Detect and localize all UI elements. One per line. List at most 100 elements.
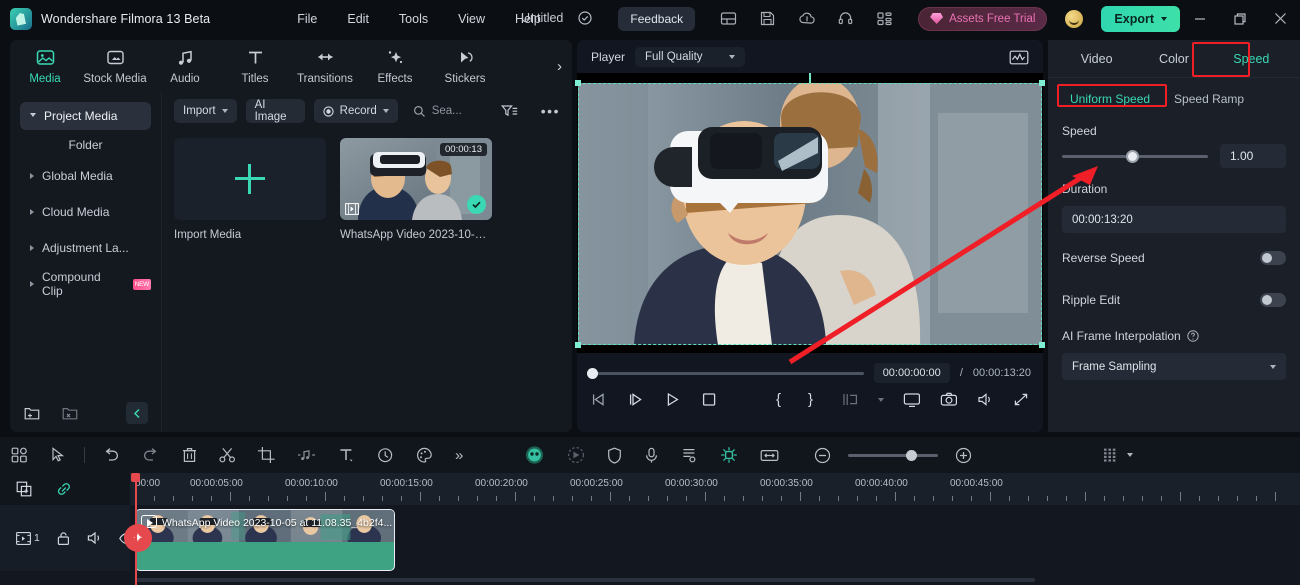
new-folder-icon[interactable] — [24, 406, 40, 421]
record-button[interactable]: Record — [313, 99, 398, 123]
feedback-button[interactable]: Feedback — [618, 6, 696, 31]
tab-color[interactable]: Color — [1135, 46, 1212, 72]
media-card-video[interactable]: 00:00:13 WhatsApp Video 2023-10-05... — [340, 138, 492, 241]
fullscreen-icon[interactable] — [1013, 392, 1029, 407]
assets-free-trial-button[interactable]: Assets Free Trial — [918, 6, 1048, 31]
maximize-button[interactable] — [1220, 0, 1260, 37]
fit-timeline-icon[interactable] — [760, 448, 779, 463]
more-tools-icon[interactable]: » — [455, 447, 463, 464]
snapshot-split-icon[interactable] — [842, 392, 859, 407]
screen-icon[interactable] — [903, 392, 921, 408]
lock-icon[interactable] — [56, 531, 71, 546]
stop-icon[interactable] — [701, 392, 717, 407]
more-options-icon[interactable]: ••• — [541, 103, 560, 119]
select-tool-icon[interactable] — [50, 447, 67, 463]
folder-project-media[interactable]: Project Media — [20, 102, 151, 130]
voiceover-icon[interactable] — [644, 447, 659, 464]
apps-grid-icon[interactable] — [876, 10, 893, 27]
text-icon[interactable] — [338, 447, 355, 463]
prev-frame-icon[interactable] — [591, 392, 608, 407]
minimize-button[interactable] — [1180, 0, 1220, 37]
menu-tools[interactable]: Tools — [384, 8, 443, 30]
horizontal-scrollbar[interactable] — [135, 578, 1035, 582]
cloud-upload-icon[interactable] — [798, 10, 815, 27]
tab-audio[interactable]: Audio — [150, 47, 220, 85]
resize-handle-bl[interactable] — [575, 342, 581, 348]
ai-mask-icon[interactable] — [524, 445, 545, 465]
timeline-clip[interactable]: WhatsApp Video 2023-10-05 at 11.08.35_4b… — [135, 509, 395, 571]
add-track-icon[interactable] — [16, 481, 33, 497]
current-timecode[interactable]: 00:00:00:00 — [873, 363, 950, 383]
export-button[interactable]: Export — [1101, 5, 1180, 32]
audio-detach-icon[interactable] — [297, 447, 316, 463]
quality-select[interactable]: Full Quality — [635, 46, 745, 67]
folder-adjustment-layer[interactable]: Adjustment La... — [20, 234, 151, 262]
ai-image-button[interactable]: AI Image — [245, 99, 305, 123]
timeline-ruler[interactable]: 00:00 00:00:05:00 00:00:10:00 00:00:15:0… — [130, 473, 1300, 505]
speed-slider[interactable] — [1062, 149, 1208, 163]
delete-folder-icon[interactable] — [62, 406, 78, 421]
tab-media[interactable]: Media — [10, 47, 80, 85]
tab-stickers[interactable]: Stickers — [430, 47, 500, 85]
timeline-zoom-knob[interactable] — [906, 449, 918, 461]
help-icon[interactable] — [1187, 330, 1199, 342]
mark-out-icon[interactable]: } — [808, 391, 813, 408]
scope-icon[interactable] — [1009, 49, 1029, 65]
collapse-panel-button[interactable] — [126, 402, 148, 424]
chevron-down-icon[interactable] — [878, 397, 884, 402]
import-media-thumbnail[interactable] — [174, 138, 326, 220]
timeline-playhead[interactable] — [132, 473, 139, 585]
redo-icon[interactable] — [142, 447, 160, 463]
chevron-down-icon[interactable] — [1127, 453, 1134, 457]
tab-video[interactable]: Video — [1058, 46, 1135, 72]
selection-bounding-box[interactable] — [575, 80, 1045, 348]
zoom-in-icon[interactable] — [955, 447, 972, 464]
speed-value-input[interactable]: 1.00 — [1220, 144, 1286, 168]
playhead-knob[interactable] — [587, 367, 598, 379]
duration-input[interactable]: 00:00:13:20 — [1062, 206, 1286, 233]
speed-ramp-tab[interactable]: Speed Ramp — [1166, 88, 1252, 110]
stabilize-icon[interactable] — [607, 447, 622, 464]
save-icon[interactable] — [759, 10, 776, 27]
render-preview-icon[interactable] — [1103, 447, 1120, 464]
tab-speed[interactable]: Speed — [1213, 46, 1290, 72]
seek-bar[interactable] — [587, 367, 864, 379]
volume-icon[interactable] — [977, 392, 994, 407]
timeline-zoom-slider[interactable] — [848, 449, 939, 461]
tab-transitions[interactable]: Transitions — [290, 47, 360, 85]
search-input[interactable]: Sea... — [413, 105, 462, 118]
marker-icon[interactable] — [681, 447, 698, 464]
menu-view[interactable]: View — [443, 8, 500, 30]
resize-handle-tr[interactable] — [1039, 80, 1045, 86]
grid-template-icon[interactable] — [11, 447, 28, 463]
resize-handle-br[interactable] — [1039, 342, 1045, 348]
reverse-speed-toggle[interactable] — [1260, 251, 1286, 265]
headset-icon[interactable] — [837, 10, 854, 27]
menu-edit[interactable]: Edit — [332, 8, 384, 30]
play-icon[interactable] — [665, 392, 681, 407]
split-icon[interactable] — [219, 447, 236, 463]
video-thumbnail[interactable]: 00:00:13 — [340, 138, 492, 220]
ai-frame-select[interactable]: Frame Sampling — [1062, 353, 1286, 380]
motion-tracking-icon[interactable] — [567, 446, 585, 464]
delete-icon[interactable] — [182, 447, 197, 463]
import-button[interactable]: Import — [174, 99, 237, 123]
mute-icon[interactable] — [87, 531, 103, 545]
camera-icon[interactable] — [940, 392, 958, 407]
speed-icon[interactable] — [377, 447, 394, 463]
theme-toggle-icon[interactable] — [1065, 9, 1084, 28]
color-icon[interactable] — [416, 447, 433, 463]
ripple-edit-toggle[interactable] — [1260, 293, 1286, 307]
speed-slider-knob[interactable] — [1126, 149, 1140, 163]
keyframe-icon[interactable] — [720, 446, 738, 464]
uniform-speed-tab[interactable]: Uniform Speed — [1062, 88, 1158, 110]
layout-icon[interactable] — [720, 10, 737, 27]
filter-icon[interactable] — [500, 104, 518, 118]
resize-handle-tl[interactable] — [575, 80, 581, 86]
tab-effects[interactable]: Effects — [360, 47, 430, 85]
folder-compound-clip[interactable]: Compound Clip NEW — [20, 270, 151, 298]
link-icon[interactable] — [55, 481, 73, 497]
close-button[interactable] — [1260, 0, 1300, 37]
video-stage[interactable] — [575, 73, 1045, 353]
media-card-import[interactable]: Import Media — [174, 138, 326, 241]
